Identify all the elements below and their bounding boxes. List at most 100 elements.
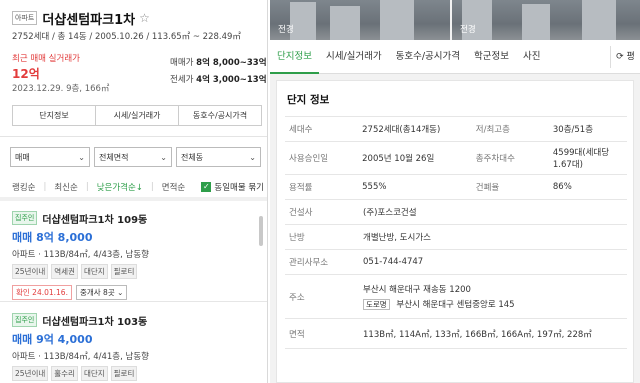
complex-title: 더샵센텀파크1차: [42, 12, 136, 28]
sort-area[interactable]: 면적순: [162, 181, 185, 193]
recent-trade-date: 2023.12.29. 9층, 166㎡: [12, 84, 110, 94]
building-shape: [380, 0, 414, 40]
far-label: 용적률: [289, 183, 313, 193]
table-row: 관리사무소 051-744-4747: [285, 250, 627, 275]
feature-tag: 25년이내: [12, 264, 49, 279]
sale-price-value: 8억 8,000~33억: [196, 58, 267, 68]
building-shape: [582, 0, 616, 40]
far-value: 555%: [362, 182, 387, 192]
listing-spec: 아파트 · 113B/84㎡, 4/43층, 남동향: [12, 250, 149, 260]
complex-photo[interactable]: 전경: [452, 0, 640, 40]
complex-button-row: 단지정보 시세/실거래가 동호수/공시가격: [12, 105, 262, 126]
rent-price-range: 전세가 4억 3,000~13억: [170, 73, 267, 85]
listing-tags: 25년이내 역세권 대단지 필로티: [12, 264, 252, 279]
table-row: 용적률 555% 건폐율 86%: [285, 175, 627, 200]
photo-label: 전경: [278, 25, 294, 35]
unit-toggle-button[interactable]: ⟳ 평: [610, 46, 640, 68]
approval-label: 사용승인일: [289, 154, 329, 164]
agent-count-label: 중개사 8곳: [79, 288, 115, 297]
building-value: 전체동: [181, 152, 204, 162]
chevron-down-icon: ⌄: [160, 152, 167, 162]
area-values: 113B㎡, 114A㎡, 133㎡, 166B㎡, 166A㎡, 197㎡, …: [363, 329, 592, 340]
owner-badge: 집주인: [12, 211, 38, 225]
sort-separator: |: [150, 182, 154, 192]
listing-header: 아파트 더샵센텀파크1차 ☆: [12, 8, 262, 28]
building-shape: [330, 6, 360, 40]
sort-ranking[interactable]: 랭킹순: [12, 181, 35, 193]
tab-unit-price[interactable]: 동호수/공시가격: [389, 40, 467, 74]
feature-tag: 대단지: [80, 366, 108, 381]
parking-label: 총주차대수: [475, 154, 515, 164]
owner-badge: 집주인: [12, 313, 38, 327]
parking-value: 4599대(세대당 1.67대): [552, 148, 610, 170]
lot-address: 부산시 해운대구 재송동 1200: [363, 285, 471, 295]
floors-value: 30층/51층: [552, 125, 594, 135]
photo-label: 전경: [460, 25, 476, 35]
listing-card-title: 집주인 더샵센텀파크1차 103동: [12, 312, 252, 328]
trade-type-select[interactable]: 매매 ⌄: [10, 147, 90, 167]
office-phone[interactable]: 051-744-4747: [363, 253, 423, 271]
favorite-star-icon[interactable]: ☆: [139, 11, 150, 25]
sort-latest[interactable]: 최신순: [54, 181, 77, 193]
office-label: 관리사무소: [289, 258, 329, 268]
road-address: 부산시 해운대구 센텀중앙로 145: [396, 300, 515, 310]
bcr-label: 건폐율: [475, 183, 500, 193]
tab-complex-info[interactable]: 단지정보: [270, 40, 319, 74]
listing-tags: 25년이내 홀수리 대단지 필로티: [12, 366, 252, 381]
tab-school[interactable]: 학군정보: [467, 40, 516, 74]
road-address-line: 도로명 부산시 해운대구 센텀중앙로 145: [363, 298, 515, 310]
checkbox-checked-icon: ✓: [201, 182, 212, 192]
price-history-button[interactable]: 시세/실거래가: [96, 106, 179, 125]
divider: [0, 301, 267, 302]
sort-low-price[interactable]: 낮은가격순↓: [97, 181, 143, 193]
listing-card[interactable]: 집주인 더샵센텀파크1차 103동 매매 9억 4,000 아파트 · 113B…: [12, 312, 252, 381]
builder-label: 건설사: [289, 208, 313, 218]
building-select[interactable]: 전체동 ⌄: [176, 147, 261, 167]
listing-spec: 아파트 · 113B/84㎡, 4/41층, 남동향: [12, 352, 149, 362]
address-label: 주소: [289, 292, 305, 303]
sort-row: 랭킹순 | 최신순 | 낮은가격순↓ | 면적순 ✓ 동일매물 묶기: [12, 181, 264, 193]
floors-label: 저/최고층: [475, 125, 510, 135]
agent-count-button[interactable]: 중개사 8곳 ⌄: [75, 285, 128, 300]
listing-card-title: 집주인 더샵센텀파크1차 109동: [12, 210, 252, 226]
rent-price-value: 4억 3,000~13억: [196, 75, 267, 85]
feature-tag: 홀수리: [51, 366, 78, 381]
heating-label: 난방: [289, 233, 305, 243]
complex-meta: 2752세대 / 총 14동 / 2005.10.26 / 113.65㎡ ~ …: [12, 32, 241, 42]
group-duplicates-toggle[interactable]: ✓ 동일매물 묶기: [201, 181, 264, 193]
listing-card[interactable]: 집주인 더샵센텀파크1차 109동 매매 8억 8,000 아파트 · 113B…: [12, 210, 252, 300]
trade-type-value: 매매: [15, 152, 30, 162]
sale-price-label: 매매가: [170, 58, 194, 68]
households-label: 세대수: [289, 125, 313, 135]
heating-value: 개별난방, 도시가스: [363, 233, 431, 243]
listing-name: 더샵센텀파크1차 109동: [42, 214, 148, 226]
road-name-badge: 도로명: [363, 299, 390, 310]
builder-value: (주)포스코건설: [363, 208, 417, 218]
tab-photos[interactable]: 사진: [516, 40, 547, 74]
group-duplicates-label: 동일매물 묶기: [214, 183, 264, 193]
confirm-date-badge: 확인 24.01.16.: [12, 285, 72, 300]
feature-tag: 필로티: [110, 264, 138, 279]
chevron-down-icon: ⌄: [78, 152, 85, 162]
building-shape: [522, 4, 550, 40]
complex-info-button[interactable]: 단지정보: [13, 106, 96, 125]
table-row: 건설사 (주)포스코건설: [285, 200, 627, 225]
table-row: 주소 부산시 해운대구 재송동 1200 도로명 부산시 해운대구 센텀중앙로 …: [285, 275, 627, 319]
property-type-badge: 아파트: [12, 11, 38, 25]
feature-tag: 25년이내: [12, 366, 49, 381]
section-title: 단지 정보: [287, 94, 330, 106]
detail-tabs: 단지정보 시세/실거래가 동호수/공시가격 학군정보 사진 ⟳ 평: [270, 40, 640, 74]
divider: [0, 197, 267, 201]
sale-price-range: 매매가 8억 8,000~33억: [170, 56, 267, 68]
area-select[interactable]: 전체면적 ⌄: [94, 147, 172, 167]
listing-scrollbar[interactable]: [259, 216, 263, 246]
tab-price-history[interactable]: 시세/실거래가: [319, 40, 389, 74]
listing-price: 매매 9억 4,000: [12, 333, 93, 346]
filter-row: 매매 ⌄ 전체면적 ⌄ 전체동 ⌄: [10, 147, 265, 167]
table-row: 세대수 2752세대(총14개동) 저/최고층 30층/51층: [285, 117, 627, 142]
complex-photo[interactable]: 전경: [270, 0, 450, 40]
unit-price-button[interactable]: 동호수/공시가격: [179, 106, 261, 125]
address-block: 부산시 해운대구 재송동 1200 도로명 부산시 해운대구 센텀중앙로 145: [363, 279, 515, 314]
divider: [0, 136, 267, 137]
recent-trade-label[interactable]: 최근 매매 실거래가: [12, 52, 80, 64]
